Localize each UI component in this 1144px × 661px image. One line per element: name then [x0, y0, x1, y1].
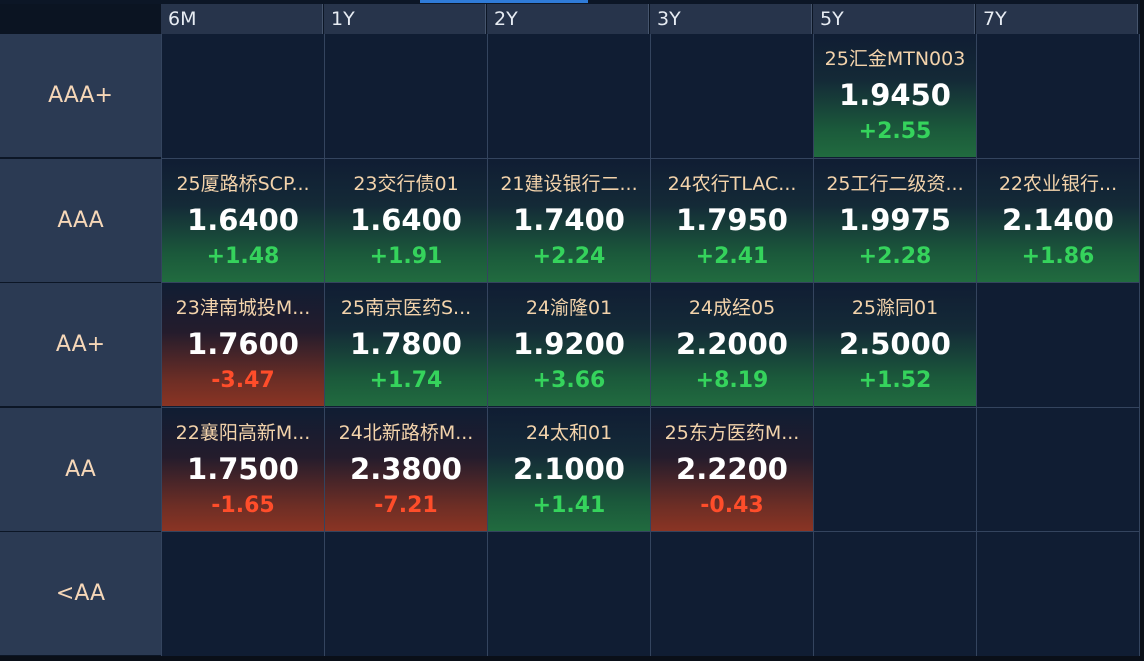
yield-change: +1.48 — [206, 243, 280, 269]
row-label[interactable]: <AA — [0, 532, 161, 656]
grid-line-horizontal — [161, 531, 1140, 532]
bond-name: 25汇金MTN003 — [824, 48, 966, 70]
column-header[interactable]: 2Y — [487, 4, 649, 34]
bond-yield-heatmap: 6M 1Y 2Y 3Y 5Y 7Y AAA+ AAA AA+ AA <AA 25汇金MTN003 1… — [0, 0, 1144, 661]
grid-line-vertical — [976, 34, 977, 656]
bond-yield: 1.6400 — [350, 202, 462, 237]
bond-cell[interactable]: 25工行二级资... 1.9975 +2.28 — [814, 158, 976, 282]
yield-change: -1.65 — [211, 492, 275, 518]
bond-yield: 1.7800 — [350, 327, 462, 361]
bond-yield: 1.9450 — [839, 78, 951, 112]
rating-label: AA — [65, 456, 96, 482]
bond-yield: 1.7400 — [513, 202, 625, 237]
bond-cell[interactable]: 25东方医药M... 2.2200 -0.43 — [651, 407, 813, 531]
bond-yield: 2.1400 — [1002, 202, 1114, 237]
column-header[interactable]: 1Y — [324, 4, 486, 34]
bottom-border — [0, 656, 1144, 661]
yield-change: +1.52 — [858, 368, 932, 393]
bond-name: 25东方医药M... — [664, 421, 800, 444]
bond-cell[interactable]: 23交行债01 1.6400 +1.91 — [325, 158, 487, 282]
yield-change: +2.24 — [532, 243, 606, 269]
yield-change: +1.91 — [369, 243, 443, 269]
bond-yield: 2.2200 — [676, 451, 788, 486]
bond-yield: 2.1000 — [513, 451, 625, 486]
yield-change: +1.41 — [532, 492, 606, 518]
row-label[interactable]: AA — [0, 407, 161, 532]
bond-cell[interactable]: 21建设银行二... 1.7400 +2.24 — [488, 158, 650, 282]
row-label[interactable]: AA+ — [0, 283, 161, 407]
bond-name: 25南京医药S... — [340, 297, 472, 319]
bond-name: 25工行二级资... — [826, 172, 964, 195]
bond-name: 24渝隆01 — [525, 297, 613, 319]
bond-cell[interactable]: 22襄阳高新M... 1.7500 -1.65 — [162, 407, 324, 531]
bond-cell[interactable]: 25汇金MTN003 1.9450 +2.55 — [814, 34, 976, 157]
bond-yield: 2.3800 — [350, 451, 462, 486]
bond-name: 24成经05 — [688, 297, 776, 319]
bond-yield: 2.2000 — [676, 327, 788, 361]
bond-name: 24农行TLAC... — [667, 172, 797, 195]
yield-change: +8.19 — [695, 368, 769, 393]
rating-label: AAA+ — [48, 83, 113, 108]
yield-change: -0.43 — [700, 492, 764, 518]
bond-yield: 1.7950 — [676, 202, 788, 237]
right-border — [1140, 0, 1144, 661]
column-header[interactable]: 7Y — [976, 4, 1138, 34]
bond-name: 25厦路桥SCP... — [176, 172, 310, 195]
yield-change: +1.86 — [1021, 243, 1095, 269]
bond-name: 24太和01 — [525, 421, 613, 444]
yield-change: +3.66 — [532, 368, 606, 393]
bond-cell[interactable]: 25南京医药S... 1.7800 +1.74 — [325, 283, 487, 406]
yield-change: +2.28 — [858, 243, 932, 269]
column-header[interactable]: 6M — [161, 4, 323, 34]
row-label[interactable]: AAA+ — [0, 34, 161, 158]
rating-label: AA+ — [55, 332, 106, 357]
bond-cell[interactable]: 24成经05 2.2000 +8.19 — [651, 283, 813, 406]
bond-cell[interactable]: 25厦路桥SCP... 1.6400 +1.48 — [162, 158, 324, 282]
yield-change: +1.74 — [369, 368, 443, 393]
row-label[interactable]: AAA — [0, 158, 161, 283]
bond-cell[interactable]: 24北新路桥M... 2.3800 -7.21 — [325, 407, 487, 531]
yield-change: -7.21 — [374, 492, 438, 518]
bond-yield: 1.9975 — [839, 202, 951, 237]
bond-yield: 2.5000 — [839, 327, 951, 361]
yield-change: +2.55 — [858, 119, 932, 144]
bond-name: 22襄阳高新M... — [175, 421, 311, 444]
bond-cell[interactable]: 23津南城投M... 1.7600 -3.47 — [162, 283, 324, 406]
column-header[interactable]: 3Y — [650, 4, 812, 34]
yield-change: +2.41 — [695, 243, 769, 269]
header-corner — [0, 4, 161, 34]
column-header[interactable]: 5Y — [813, 4, 975, 34]
bond-name: 21建设银行二... — [500, 172, 638, 195]
bond-cell[interactable]: 25滁同01 2.5000 +1.52 — [814, 283, 976, 406]
yield-change: -3.47 — [211, 368, 275, 393]
bond-name: 23津南城投M... — [175, 297, 311, 319]
bond-yield: 1.7600 — [187, 327, 299, 361]
active-tab-indicator — [420, 0, 588, 3]
bond-yield: 1.6400 — [187, 202, 299, 237]
bond-yield: 1.7500 — [187, 451, 299, 486]
bond-name: 23交行债01 — [353, 172, 459, 195]
bond-cell[interactable]: 22农业银行... 2.1400 +1.86 — [977, 158, 1139, 282]
rating-label: <AA — [55, 581, 106, 606]
bond-cell[interactable]: 24渝隆01 1.9200 +3.66 — [488, 283, 650, 406]
bond-yield: 1.9200 — [513, 327, 625, 361]
rating-label: AAA — [57, 207, 104, 233]
bond-cell[interactable]: 24太和01 2.1000 +1.41 — [488, 407, 650, 531]
bond-name: 22农业银行... — [998, 172, 1118, 195]
bond-name: 25滁同01 — [851, 297, 939, 319]
bond-name: 24北新路桥M... — [338, 421, 474, 444]
bond-cell[interactable]: 24农行TLAC... 1.7950 +2.41 — [651, 158, 813, 282]
